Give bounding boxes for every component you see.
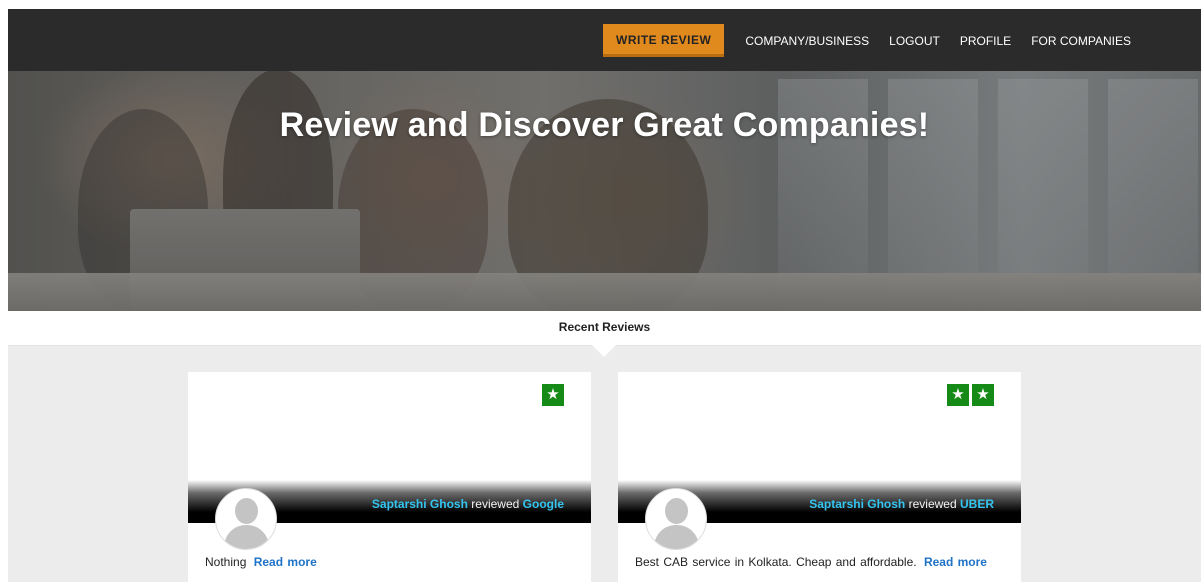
star-rating: ★ ★ (947, 384, 994, 406)
top-navbar: WRITE REVIEW COMPANY/BUSINESS LOGOUT PRO… (8, 9, 1201, 71)
review-text: Best CAB service in Kolkata. Cheap and a… (635, 555, 917, 569)
star-icon: ★ (542, 384, 564, 406)
recent-reviews-header: Recent Reviews (8, 311, 1201, 346)
star-icon: ★ (972, 384, 994, 406)
nav-menu: WRITE REVIEW COMPANY/BUSINESS LOGOUT PRO… (603, 24, 1131, 57)
reviewer-link[interactable]: Saptarshi Ghosh (372, 497, 468, 511)
review-excerpt: Best CAB service in Kolkata. Cheap and a… (635, 555, 987, 569)
avatar-head (235, 498, 258, 524)
reviewer-link[interactable]: Saptarshi Ghosh (809, 497, 905, 511)
nav-link-for-companies[interactable]: FOR COMPANIES (1031, 34, 1131, 48)
review-byline: Saptarshi Ghosh reviewed Google (372, 497, 564, 511)
read-more-link[interactable]: Read more (254, 555, 317, 569)
nav-link-company-business[interactable]: COMPANY/BUSINESS (745, 34, 869, 48)
review-card: ★ Saptarshi Ghosh reviewed Google Nothin… (188, 372, 591, 582)
nav-link-logout[interactable]: LOGOUT (889, 34, 940, 48)
nav-link-profile[interactable]: PROFILE (960, 34, 1011, 48)
reviews-section (8, 346, 1201, 582)
review-action: reviewed (908, 497, 957, 511)
user-avatar-icon[interactable] (215, 488, 277, 550)
review-text: Nothing (205, 555, 247, 569)
company-link[interactable]: UBER (960, 497, 994, 511)
review-card: ★ ★ Saptarshi Ghosh reviewed UBER Best C… (618, 372, 1021, 582)
read-more-link[interactable]: Read more (924, 555, 987, 569)
avatar-head (665, 498, 688, 524)
review-excerpt: Nothing Read more (205, 555, 317, 569)
hero-title: Review and Discover Great Companies! (279, 106, 930, 144)
hero-banner: WRITE REVIEW COMPANY/BUSINESS LOGOUT PRO… (8, 9, 1201, 311)
star-rating: ★ (542, 384, 564, 406)
star-icon: ★ (947, 384, 969, 406)
review-byline: Saptarshi Ghosh reviewed UBER (809, 497, 994, 511)
section-pointer (592, 345, 616, 357)
company-link[interactable]: Google (523, 497, 564, 511)
review-action: reviewed (471, 497, 520, 511)
avatar-body (224, 525, 269, 549)
write-review-button[interactable]: WRITE REVIEW (603, 24, 725, 57)
user-avatar-icon[interactable] (645, 488, 707, 550)
avatar-body (654, 525, 699, 549)
